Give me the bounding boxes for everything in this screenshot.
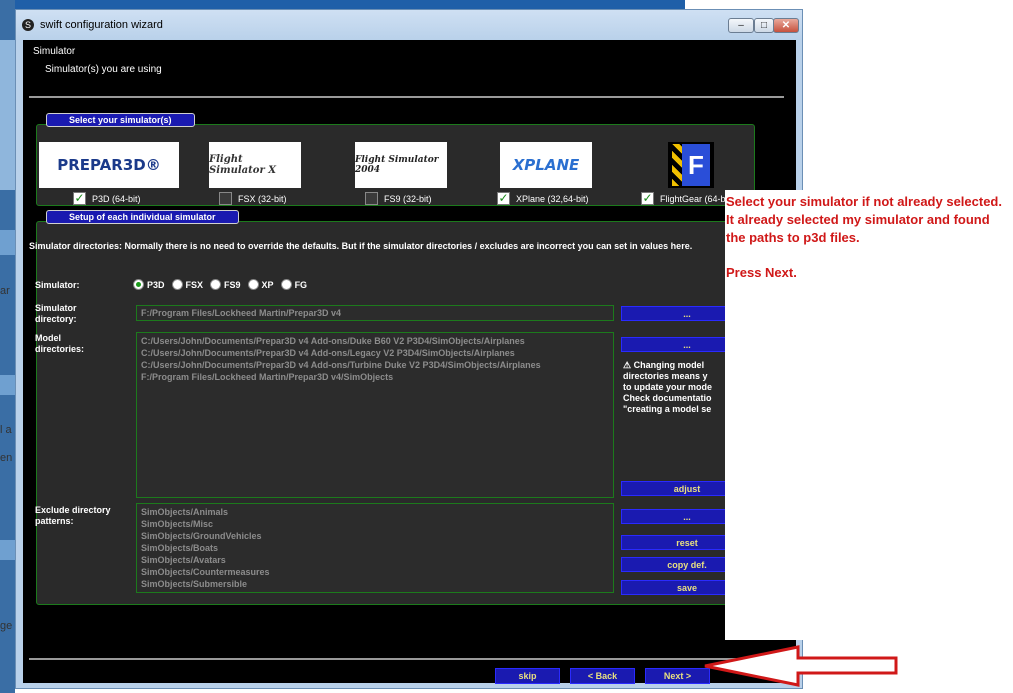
annotation-paragraph: Select your simulator if not already sel… — [726, 194, 1002, 245]
radio-fg-label: FG — [294, 279, 308, 290]
simulator-radio-label: Simulator: — [35, 280, 80, 290]
fsx-checkbox-row[interactable]: FSX (32-bit) — [219, 192, 287, 205]
flightgear-checkbox[interactable]: ✓ — [641, 192, 654, 205]
exclude-pattern-line: SimObjects/Countermeasures — [141, 567, 270, 577]
flightgear-logo: F — [668, 142, 714, 188]
desktop-text-fragment: l a — [0, 424, 12, 436]
model-directory-line: C:/Users/John/Documents/Prepar3D v4 Add-… — [141, 336, 525, 346]
minimize-button[interactable]: – — [728, 18, 754, 33]
radio-fg[interactable] — [280, 279, 292, 290]
exclude-pattern-line: SimObjects/Animals — [141, 507, 229, 517]
window-title: swift configuration wizard — [40, 19, 163, 31]
footer-divider — [29, 658, 784, 660]
p3d-checkbox[interactable]: ✓ — [73, 192, 86, 205]
desktop-left-strip — [0, 0, 15, 693]
p3d-checkbox-row[interactable]: ✓ P3D (64-bit) — [73, 192, 141, 205]
model-directories-label: Model directories: — [35, 333, 85, 354]
simulator-directory-input[interactable]: F:/Program Files/Lockheed Martin/Prepar3… — [136, 305, 614, 321]
exclude-patterns-label: Exclude directory patterns: — [35, 505, 111, 526]
select-simulators-label: Select your simulator(s) — [46, 113, 195, 127]
fsx-logo: Flight Simulator X — [209, 142, 301, 188]
maximize-button[interactable]: □ — [754, 18, 774, 33]
exclude-pattern-line: SimObjects/Avatars — [141, 555, 226, 565]
skip-button[interactable]: skip — [495, 668, 560, 684]
title-bar[interactable]: S swift configuration wizard – □ ✕ — [16, 10, 802, 40]
wizard-window: S swift configuration wizard – □ ✕ Simul… — [15, 9, 803, 689]
exclude-patterns-textarea[interactable]: SimObjects/Animals SimObjects/Misc SimOb… — [136, 503, 614, 593]
page-title: Simulator — [33, 46, 76, 57]
flightgear-checkbox-label: FlightGear (64-bit) — [660, 193, 734, 204]
model-directory-line: C:/Users/John/Documents/Prepar3D v4 Add-… — [141, 348, 515, 358]
fsx-checkbox-label: FSX (32-bit) — [238, 193, 287, 204]
radio-fs9[interactable] — [210, 279, 222, 290]
xplane-logo: XPLANE — [500, 142, 592, 188]
page-subtitle: Simulator(s) you are using — [45, 64, 162, 75]
p3d-checkbox-label: P3D (64-bit) — [92, 193, 141, 204]
model-directories-warning: ⚠ Changing model directories means y to … — [623, 360, 713, 414]
radio-p3d[interactable] — [133, 279, 144, 290]
red-arrow-annotation — [704, 645, 898, 687]
radio-xp-label: XP — [261, 279, 274, 290]
simulator-directory-label: Simulator directory: — [35, 303, 77, 324]
back-button[interactable]: < Back — [570, 668, 635, 684]
annotation-paragraph: Press Next. — [726, 265, 797, 280]
radio-fs9-label: FS9 — [224, 279, 241, 290]
fs9-checkbox-label: FS9 (32-bit) — [384, 193, 432, 204]
close-button[interactable]: ✕ — [773, 18, 799, 33]
wizard-page: Simulator Simulator(s) you are using Sel… — [23, 40, 796, 684]
flightgear-checkbox-row[interactable]: ✓ FlightGear (64-bit) — [641, 192, 733, 205]
xplane-checkbox[interactable]: ✓ — [497, 192, 510, 205]
exclude-pattern-line: SimObjects/GroundVehicles — [141, 531, 262, 541]
setup-simulator-label: Setup of each individual simulator — [46, 210, 239, 224]
swift-app-icon: S — [22, 19, 34, 31]
radio-fsx[interactable] — [171, 279, 183, 290]
fsx-checkbox[interactable] — [219, 192, 232, 205]
exclude-pattern-line: SimObjects/Boats — [141, 543, 219, 553]
exclude-pattern-line: SimObjects/Submersible — [141, 579, 248, 589]
model-directories-textarea[interactable]: C:/Users/John/Documents/Prepar3D v4 Add-… — [136, 332, 614, 498]
simulator-radio-group: P3D FSX FS9 XP FG — [129, 279, 307, 290]
radio-p3d-label: P3D — [147, 279, 165, 290]
radio-xp[interactable] — [247, 279, 259, 290]
fs9-checkbox-row[interactable]: FS9 (32-bit) — [365, 192, 432, 205]
desktop-text-fragment: ar — [0, 285, 10, 297]
fs9-logo: Flight Simulator 2004 — [355, 142, 447, 188]
p3d-logo: PREPAR3D® — [39, 142, 179, 188]
model-directory-line: F:/Program Files/Lockheed Martin/Prepar3… — [141, 372, 394, 382]
setup-description: Simulator directories: Normally there is… — [29, 241, 693, 251]
xplane-checkbox-row[interactable]: ✓ XPlane (32,64-bit) — [497, 192, 589, 205]
exclude-pattern-line: SimObjects/Misc — [141, 519, 214, 529]
xplane-checkbox-label: XPlane (32,64-bit) — [516, 193, 589, 204]
desktop-text-fragment: en — [0, 452, 13, 464]
desktop-text-fragment: ge — [0, 620, 13, 632]
header-divider — [29, 96, 784, 98]
model-directory-line: C:/Users/John/Documents/Prepar3D v4 Add-… — [141, 360, 541, 370]
fs9-checkbox[interactable] — [365, 192, 378, 205]
radio-fsx-label: FSX — [185, 279, 204, 290]
annotation-text: Select your simulator if not already sel… — [726, 193, 1006, 299]
